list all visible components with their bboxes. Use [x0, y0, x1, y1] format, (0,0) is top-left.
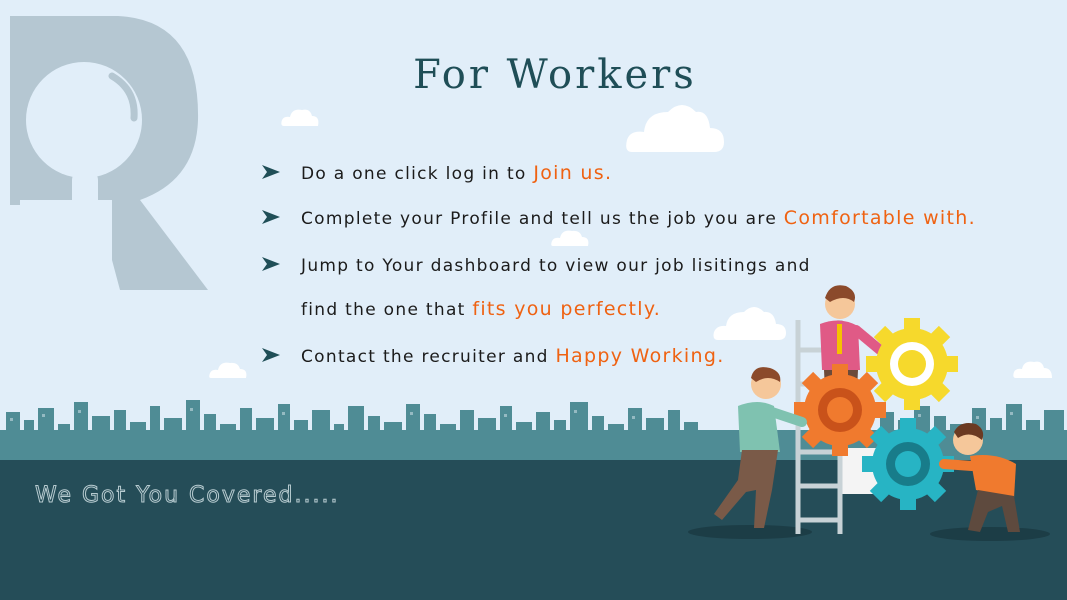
arrow-bullet-icon	[262, 257, 280, 271]
cloud-icon	[551, 230, 589, 246]
arrow-bullet-icon	[262, 165, 280, 179]
arrow-bullet-icon	[262, 210, 280, 224]
cloud-icon	[281, 109, 319, 126]
cloud-icon	[626, 105, 724, 152]
page-title: For Workers	[413, 52, 697, 98]
arrow-bullet-icon	[262, 348, 280, 362]
tagline: We Got You Covered.....	[34, 483, 340, 509]
people-with-gears-illustration	[688, 285, 1050, 541]
cloud-icon	[209, 362, 247, 378]
